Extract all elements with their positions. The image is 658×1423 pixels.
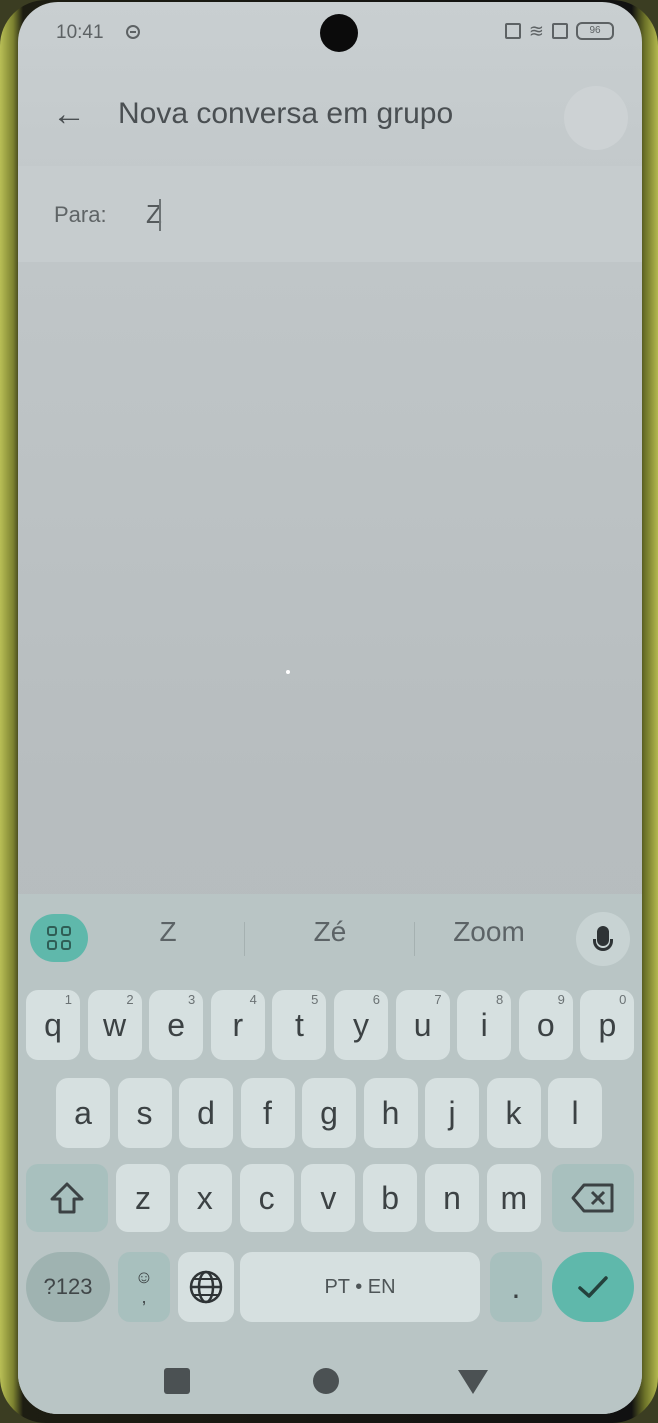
contact-results-area: [18, 262, 642, 894]
wifi-icon: ≋: [528, 21, 544, 41]
key-a[interactable]: a: [56, 1078, 110, 1148]
emoji-icon: ☺: [134, 1267, 154, 1287]
app-bar: ← Nova conversa em grupo: [18, 66, 642, 166]
do-not-disturb-icon: [126, 25, 140, 39]
key-hint: 2: [126, 992, 134, 1007]
key-x[interactable]: x: [177, 1164, 232, 1232]
language-key[interactable]: [178, 1252, 234, 1322]
key-p[interactable]: p0: [580, 990, 635, 1060]
key-t[interactable]: t5: [272, 990, 327, 1060]
apps-grid-icon[interactable]: [30, 914, 88, 962]
phone-screen: 10:41 ≋ 96 ← Nova conversa em grupo Para…: [18, 2, 642, 1414]
key-i[interactable]: i8: [457, 990, 512, 1060]
key-v[interactable]: v: [301, 1164, 356, 1232]
recipient-input[interactable]: [146, 196, 566, 232]
suggestion-strip: Z Zé Zoom: [18, 894, 642, 980]
key-n[interactable]: n: [425, 1164, 479, 1232]
backspace-icon: [571, 1183, 614, 1213]
key-h[interactable]: h: [363, 1078, 418, 1148]
key-g[interactable]: g: [302, 1078, 356, 1148]
status-bar: 10:41 ≋ 96: [18, 2, 642, 66]
keyboard: Z Zé Zoom q1w2e3r4t5y6u7i8o9p0 asdfghjkl…: [18, 894, 642, 1414]
recipient-row: Para:: [18, 166, 642, 262]
recents-square-icon[interactable]: [164, 1368, 190, 1394]
key-o[interactable]: o9: [518, 990, 573, 1060]
key-hint: 9: [557, 992, 565, 1007]
suggestion-1[interactable]: Z: [128, 916, 208, 948]
shift-icon: [50, 1182, 84, 1214]
suggestion-divider: [414, 922, 415, 956]
key-hint: 1: [64, 992, 72, 1007]
key-j[interactable]: j: [425, 1078, 479, 1148]
touch-indicator: [286, 670, 290, 674]
check-icon: [578, 1276, 608, 1298]
arrow-left-icon[interactable]: ←: [52, 94, 86, 134]
key-hint: 3: [187, 992, 196, 1007]
key-q[interactable]: q1: [26, 990, 80, 1060]
space-key[interactable]: PT • EN: [240, 1252, 480, 1322]
shift-key[interactable]: [26, 1164, 108, 1232]
key-d[interactable]: d: [179, 1078, 233, 1148]
comma-label: ,: [141, 1287, 147, 1307]
key-m[interactable]: m: [486, 1164, 541, 1232]
key-l[interactable]: l: [548, 1078, 602, 1148]
page-title: Nova conversa em grupo: [118, 97, 454, 130]
text-caret: [159, 199, 161, 231]
emoji-key[interactable]: ☺ ,: [118, 1252, 170, 1322]
key-k[interactable]: k: [486, 1078, 541, 1148]
key-hint: 0: [619, 992, 627, 1007]
key-z[interactable]: z: [116, 1164, 170, 1232]
cast-icon: [552, 23, 568, 39]
microphone-icon[interactable]: [576, 912, 630, 966]
status-time: 10:41: [56, 22, 104, 43]
status-icons: ≋ 96: [504, 21, 614, 41]
key-hint: 4: [249, 992, 257, 1007]
key-r[interactable]: r4: [210, 990, 265, 1060]
period-key[interactable]: .: [490, 1252, 542, 1322]
key-hint: 8: [495, 992, 504, 1007]
key-w[interactable]: w2: [87, 990, 142, 1060]
system-nav-bar: [18, 1358, 642, 1414]
next-button[interactable]: [564, 86, 628, 150]
key-e[interactable]: e3: [149, 990, 204, 1060]
recipient-label: Para:: [54, 202, 107, 227]
key-u[interactable]: u7: [395, 990, 450, 1060]
key-c[interactable]: c: [239, 1164, 294, 1232]
back-triangle-icon[interactable]: [458, 1370, 488, 1394]
key-b[interactable]: b: [363, 1164, 418, 1232]
vibrate-icon: [504, 23, 521, 39]
battery-icon: 96: [576, 22, 614, 40]
front-camera: [320, 14, 358, 52]
key-y[interactable]: y6: [334, 990, 388, 1060]
done-key[interactable]: [552, 1252, 634, 1322]
globe-icon: [189, 1270, 223, 1304]
key-hint: 5: [311, 992, 319, 1007]
key-hint: 7: [434, 992, 442, 1007]
backspace-key[interactable]: [552, 1164, 634, 1232]
suggestion-3[interactable]: Zoom: [434, 916, 544, 948]
suggestion-divider: [244, 922, 245, 956]
suggestion-2[interactable]: Zé: [280, 916, 380, 948]
key-f[interactable]: f: [240, 1078, 295, 1148]
key-s[interactable]: s: [117, 1078, 172, 1148]
symbols-key[interactable]: ?123: [26, 1252, 110, 1322]
home-circle-icon[interactable]: [313, 1368, 339, 1394]
key-hint: 6: [372, 992, 380, 1007]
